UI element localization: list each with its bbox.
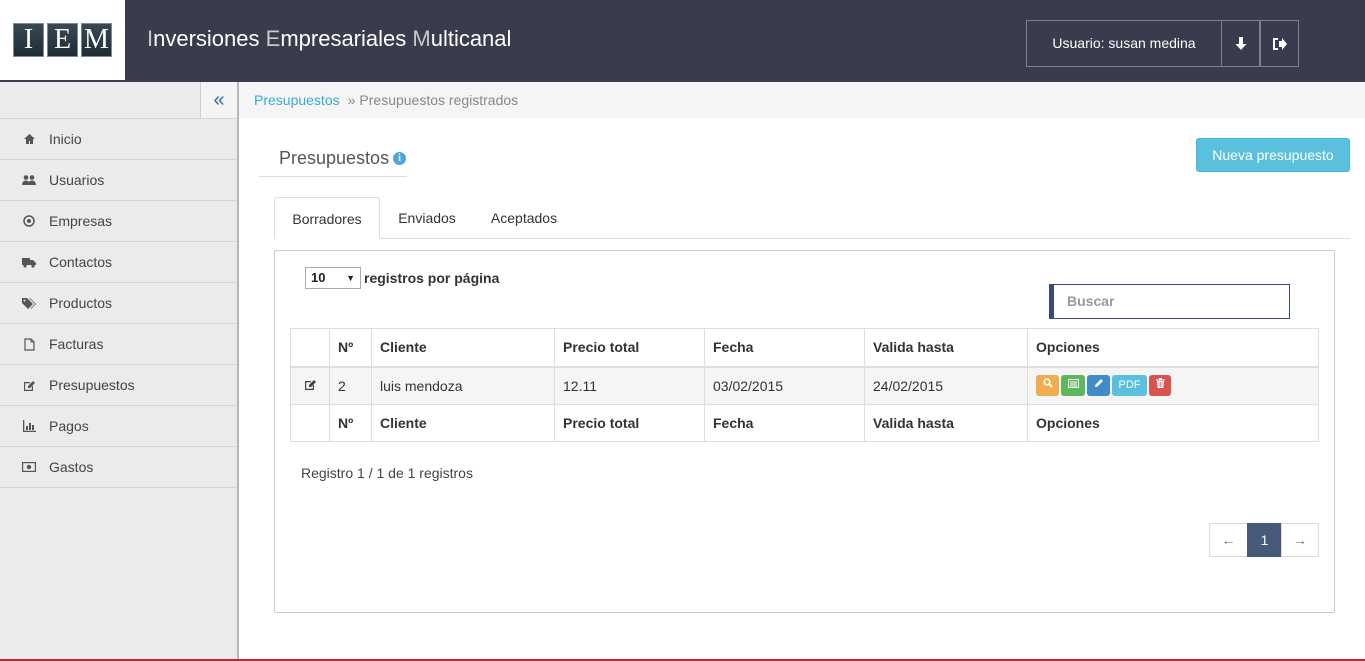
sidebar-item-label: Productos: [49, 295, 113, 311]
cell-date: 03/02/2015: [704, 366, 865, 405]
sidebar-item-label: Gastos: [49, 459, 94, 475]
column-header-valid-until[interactable]: Valida hasta: [864, 328, 1028, 368]
column-header-options: Opciones: [1027, 328, 1319, 368]
column-footer-actions: [290, 404, 330, 442]
arrow-down-icon: [1235, 36, 1246, 50]
logo-letter-m: M: [81, 23, 112, 57]
edit-icon: [304, 379, 316, 390]
bar-chart-icon: [22, 419, 36, 433]
column-header-actions: [290, 328, 330, 368]
table-panel: 10 ▼ registros por página Buscar Nº Clien…: [274, 250, 1335, 613]
users-icon: [22, 173, 36, 187]
search-input[interactable]: Buscar: [1049, 284, 1290, 319]
sidebar-item-label: Usuarios: [49, 172, 105, 188]
page-title: Presupuestos: [279, 148, 390, 168]
home-icon: [22, 132, 36, 146]
sidebar-menu: Inicio Usuarios Empresas Contactos Produ…: [0, 118, 237, 488]
list-icon: [1067, 379, 1079, 389]
sidebar-item-gastos[interactable]: Gastos: [0, 447, 237, 488]
user-menu-button[interactable]: Usuario: susan medina: [1026, 20, 1222, 67]
download-button[interactable]: [1221, 20, 1260, 67]
sidebar-item-label: Inicio: [49, 131, 82, 147]
search-icon: [1042, 378, 1053, 388]
app-title: Inversiones Empresariales Multicanal: [147, 26, 512, 51]
edit-icon: [22, 378, 36, 392]
page-length-select[interactable]: 10 ▼: [305, 267, 361, 289]
sidebar-item-usuarios[interactable]: Usuarios: [0, 160, 237, 201]
caret-down-icon: ▼: [346, 273, 355, 283]
column-header-num[interactable]: Nº: [329, 328, 372, 368]
sidebar-item-contactos[interactable]: Contactos: [0, 242, 237, 283]
pagination: ← 1 →: [1209, 523, 1319, 557]
cell-valid-until: 24/02/2015: [864, 366, 1028, 405]
tab-aceptados[interactable]: Aceptados: [476, 197, 572, 239]
records-info: Registro 1 / 1 de 1 registros: [301, 465, 473, 481]
circle-dot-icon: [22, 214, 36, 228]
top-bar: I E M Inversiones Empresariales Multican…: [0, 0, 1365, 82]
column-header-total[interactable]: Precio total: [554, 328, 705, 368]
breadcrumb-link-presupuestos[interactable]: Presupuestos: [254, 92, 340, 108]
cell-client: luis mendoza: [371, 366, 555, 405]
sidebar-item-inicio[interactable]: Inicio: [0, 119, 237, 160]
sidebar: « Inicio Usuarios Empresas Contactos Pro…: [0, 82, 239, 661]
table-row: 2 luis mendoza 12.11 03/02/2015 24/02/20…: [290, 366, 1319, 405]
truck-icon: [22, 255, 36, 269]
info-icon[interactable]: i: [393, 152, 406, 165]
breadcrumb-separator: »: [347, 92, 356, 108]
breadcrumb: Presupuestos » Presupuestos registrados: [239, 82, 1365, 118]
pencil-icon: [1094, 379, 1103, 388]
logo-letter-e: E: [47, 23, 78, 57]
sidebar-item-label: Facturas: [49, 336, 104, 352]
column-footer-total: Precio total: [554, 404, 705, 442]
table-header-row: Nº Cliente Precio total Fecha Valida has…: [290, 328, 1319, 368]
money-icon: [22, 460, 36, 474]
pdf-button[interactable]: PDF: [1112, 375, 1147, 397]
column-footer-date: Fecha: [704, 404, 865, 442]
tags-icon: [22, 296, 36, 310]
list-button[interactable]: [1061, 375, 1085, 397]
sidebar-item-empresas[interactable]: Empresas: [0, 201, 237, 242]
breadcrumb-current: Presupuestos registrados: [359, 92, 519, 108]
logout-button[interactable]: [1260, 20, 1299, 67]
pagination-page-1[interactable]: 1: [1247, 523, 1282, 557]
sidebar-item-label: Contactos: [49, 254, 113, 270]
sidebar-item-facturas[interactable]: Facturas: [0, 324, 237, 365]
sidebar-item-productos[interactable]: Productos: [0, 283, 237, 324]
pagination-prev[interactable]: ←: [1209, 523, 1248, 557]
budgets-table: Nº Cliente Precio total Fecha Valida has…: [290, 328, 1319, 442]
column-footer-valid-until: Valida hasta: [864, 404, 1028, 442]
tab-enviados[interactable]: Enviados: [384, 197, 470, 239]
sign-out-icon: [1273, 37, 1287, 50]
edit-button[interactable]: [1087, 375, 1110, 397]
column-footer-num: Nº: [329, 404, 372, 442]
table-footer-row: Nº Cliente Precio total Fecha Valida has…: [290, 404, 1319, 442]
sidebar-item-presupuestos[interactable]: Presupuestos: [0, 365, 237, 406]
pagination-next[interactable]: →: [1281, 523, 1319, 557]
column-header-client[interactable]: Cliente: [371, 328, 555, 368]
column-footer-client: Cliente: [371, 404, 555, 442]
sidebar-item-pagos[interactable]: Pagos: [0, 406, 237, 447]
cell-options: PDF: [1027, 366, 1319, 405]
sidebar-item-label: Pagos: [49, 418, 89, 434]
cell-total: 12.11: [554, 366, 705, 405]
new-budget-button[interactable]: Nueva presupuesto: [1196, 138, 1350, 172]
view-button[interactable]: [1036, 375, 1059, 397]
page-length-label: registros por página: [364, 270, 500, 286]
page-title-block: Presupuestos i: [259, 137, 407, 177]
cell-num: 2: [329, 366, 372, 405]
tab-bar: Borradores Enviados Aceptados: [274, 197, 1350, 239]
sidebar-item-label: Empresas: [49, 213, 113, 229]
sidebar-collapse-button[interactable]: «: [200, 82, 237, 118]
sidebar-item-label: Presupuestos: [49, 377, 135, 393]
logo-letter-i: I: [13, 23, 44, 57]
row-edit-cell[interactable]: [290, 366, 330, 405]
trash-icon: [1155, 378, 1165, 389]
company-logo[interactable]: I E M: [0, 0, 125, 80]
tab-borradores[interactable]: Borradores: [274, 197, 380, 239]
file-icon: [22, 337, 36, 351]
column-footer-options: Opciones: [1027, 404, 1319, 442]
delete-button[interactable]: [1149, 375, 1171, 397]
column-header-date[interactable]: Fecha: [704, 328, 865, 368]
page-length-value: 10: [311, 270, 326, 285]
